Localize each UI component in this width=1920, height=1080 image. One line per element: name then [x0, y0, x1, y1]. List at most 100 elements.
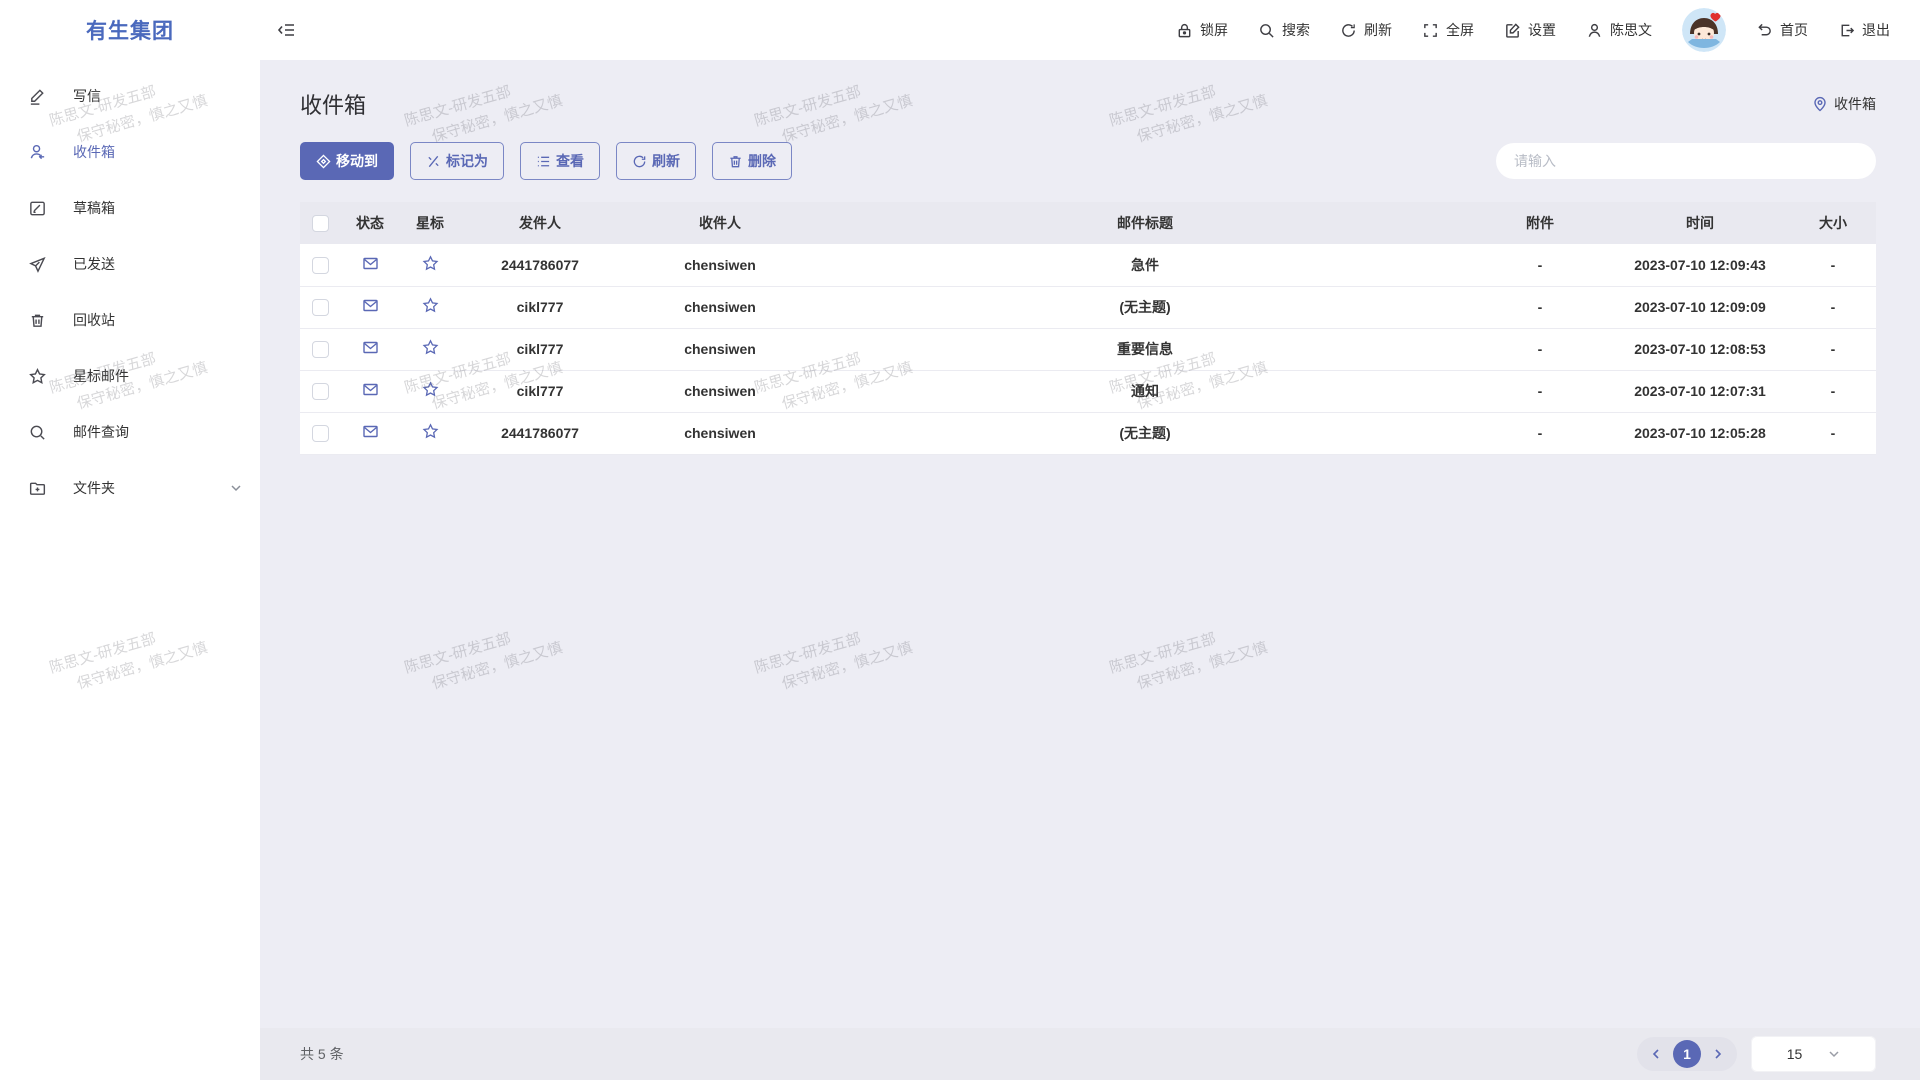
attachment-cell: - [1470, 412, 1610, 454]
subject-cell: 重要信息 [820, 328, 1470, 370]
button-label: 查看 [556, 151, 584, 171]
sidebar-item-sent[interactable]: 已发送 [0, 236, 260, 292]
size-cell: - [1790, 244, 1876, 286]
row-checkbox[interactable] [312, 299, 329, 316]
send-icon [28, 255, 47, 274]
settings-button[interactable]: 设置 [1504, 20, 1556, 40]
row-checkbox[interactable] [312, 383, 329, 400]
table-row[interactable]: 2441786077chensiwen急件-2023-07-10 12:09:4… [300, 244, 1876, 286]
sidebar-item-folders[interactable]: 文件夹 [0, 460, 260, 516]
total-count: 共 5 条 [300, 1044, 344, 1064]
avatar[interactable] [1682, 8, 1726, 52]
size-cell: - [1790, 370, 1876, 412]
table-row[interactable]: 2441786077chensiwen(无主题)-2023-07-10 12:0… [300, 412, 1876, 454]
menu-collapse-icon[interactable] [276, 19, 298, 41]
sidebar-item-label: 草稿箱 [73, 198, 115, 218]
sidebar-item-label: 星标邮件 [73, 366, 129, 386]
star-icon [28, 367, 47, 386]
select-all-checkbox[interactable] [312, 215, 329, 232]
column-header-size: 大小 [1790, 202, 1876, 244]
sender-cell: cikl777 [460, 370, 620, 412]
pagination-footer: 共 5 条 1 15 [260, 1028, 1920, 1080]
delete-button[interactable]: 删除 [712, 142, 792, 180]
move-diamond-icon [316, 154, 331, 169]
sidebar-item-inbox[interactable]: 收件箱 [0, 124, 260, 180]
recipient-cell: chensiwen [620, 286, 820, 328]
column-header-star: 星标 [400, 202, 460, 244]
page-size-select[interactable]: 15 [1751, 1036, 1876, 1072]
subject-cell: 急件 [820, 244, 1470, 286]
move-to-button[interactable]: 移动到 [300, 142, 394, 180]
view-button[interactable]: 查看 [520, 142, 600, 180]
row-checkbox[interactable] [312, 425, 329, 442]
next-page-button[interactable] [1705, 1041, 1731, 1067]
column-header-status: 状态 [340, 202, 400, 244]
star-icon[interactable] [422, 339, 439, 356]
refresh-list-button[interactable]: 刷新 [616, 142, 696, 180]
pencil-icon [28, 87, 47, 106]
search-input[interactable] [1496, 143, 1876, 179]
chevron-down-icon [230, 482, 242, 494]
attachment-cell: - [1470, 370, 1610, 412]
column-header-attachment: 附件 [1470, 202, 1610, 244]
unread-envelope-icon[interactable] [362, 255, 379, 272]
recipient-cell: chensiwen [620, 412, 820, 454]
sidebar-item-drafts[interactable]: 草稿箱 [0, 180, 260, 236]
search-icon [1258, 22, 1275, 39]
lock-icon [1176, 22, 1193, 39]
sidebar-item-label: 写信 [73, 86, 101, 106]
sidebar-item-trash[interactable]: 回收站 [0, 292, 260, 348]
button-label: 移动到 [336, 151, 378, 171]
table-row[interactable]: cikl777chensiwen通知-2023-07-10 12:07:31- [300, 370, 1876, 412]
mail-table: 状态 星标 发件人 收件人 邮件标题 附件 时间 大小 2441786077ch… [300, 202, 1876, 455]
star-icon[interactable] [422, 297, 439, 314]
unread-envelope-icon[interactable] [362, 339, 379, 356]
sidebar-item-mail-search[interactable]: 邮件查询 [0, 404, 260, 460]
size-cell: - [1790, 412, 1876, 454]
time-cell: 2023-07-10 12:08:53 [1610, 328, 1790, 370]
folder-plus-icon [28, 479, 47, 498]
time-cell: 2023-07-10 12:07:31 [1610, 370, 1790, 412]
size-cell: - [1790, 286, 1876, 328]
brand-logo[interactable]: 有生集团 [0, 0, 260, 60]
unread-envelope-icon[interactable] [362, 381, 379, 398]
refresh-button[interactable]: 刷新 [1340, 20, 1392, 40]
nav-label: 首页 [1780, 20, 1808, 40]
mark-as-button[interactable]: 标记为 [410, 142, 504, 180]
unread-envelope-icon[interactable] [362, 297, 379, 314]
sidebar-menu: 写信 收件箱 草稿箱 已发送 回收站 [0, 60, 260, 516]
page-number-button[interactable]: 1 [1673, 1040, 1701, 1068]
row-checkbox[interactable] [312, 257, 329, 274]
size-cell: - [1790, 328, 1876, 370]
row-checkbox[interactable] [312, 341, 329, 358]
prev-page-button[interactable] [1643, 1041, 1669, 1067]
table-row[interactable]: cikl777chensiwen(无主题)-2023-07-10 12:09:0… [300, 286, 1876, 328]
chevron-down-icon [1828, 1048, 1840, 1060]
star-icon[interactable] [422, 423, 439, 440]
home-button[interactable]: 首页 [1756, 20, 1808, 40]
attachment-cell: - [1470, 286, 1610, 328]
star-icon[interactable] [422, 381, 439, 398]
topbar: 锁屏 搜索 刷新 全屏 设置 [260, 0, 1920, 60]
breadcrumb[interactable]: 收件箱 [1812, 94, 1876, 114]
fullscreen-button[interactable]: 全屏 [1422, 20, 1474, 40]
subject-cell: (无主题) [820, 412, 1470, 454]
topbar-nav: 锁屏 搜索 刷新 全屏 设置 [1176, 8, 1890, 52]
button-label: 刷新 [652, 151, 680, 171]
current-user-button[interactable]: 陈思文 [1586, 20, 1652, 40]
fullscreen-icon [1422, 22, 1439, 39]
sidebar-item-label: 文件夹 [73, 478, 115, 498]
sidebar-item-label: 回收站 [73, 310, 115, 330]
sidebar-item-starred[interactable]: 星标邮件 [0, 348, 260, 404]
lock-screen-button[interactable]: 锁屏 [1176, 20, 1228, 40]
search-button[interactable]: 搜索 [1258, 20, 1310, 40]
subject-cell: 通知 [820, 370, 1470, 412]
recipient-cell: chensiwen [620, 244, 820, 286]
sidebar-item-label: 邮件查询 [73, 422, 129, 442]
attachment-cell: - [1470, 244, 1610, 286]
table-row[interactable]: cikl777chensiwen重要信息-2023-07-10 12:08:53… [300, 328, 1876, 370]
unread-envelope-icon[interactable] [362, 423, 379, 440]
logout-button[interactable]: 退出 [1838, 20, 1890, 40]
sidebar-item-compose[interactable]: 写信 [0, 68, 260, 124]
star-icon[interactable] [422, 255, 439, 272]
